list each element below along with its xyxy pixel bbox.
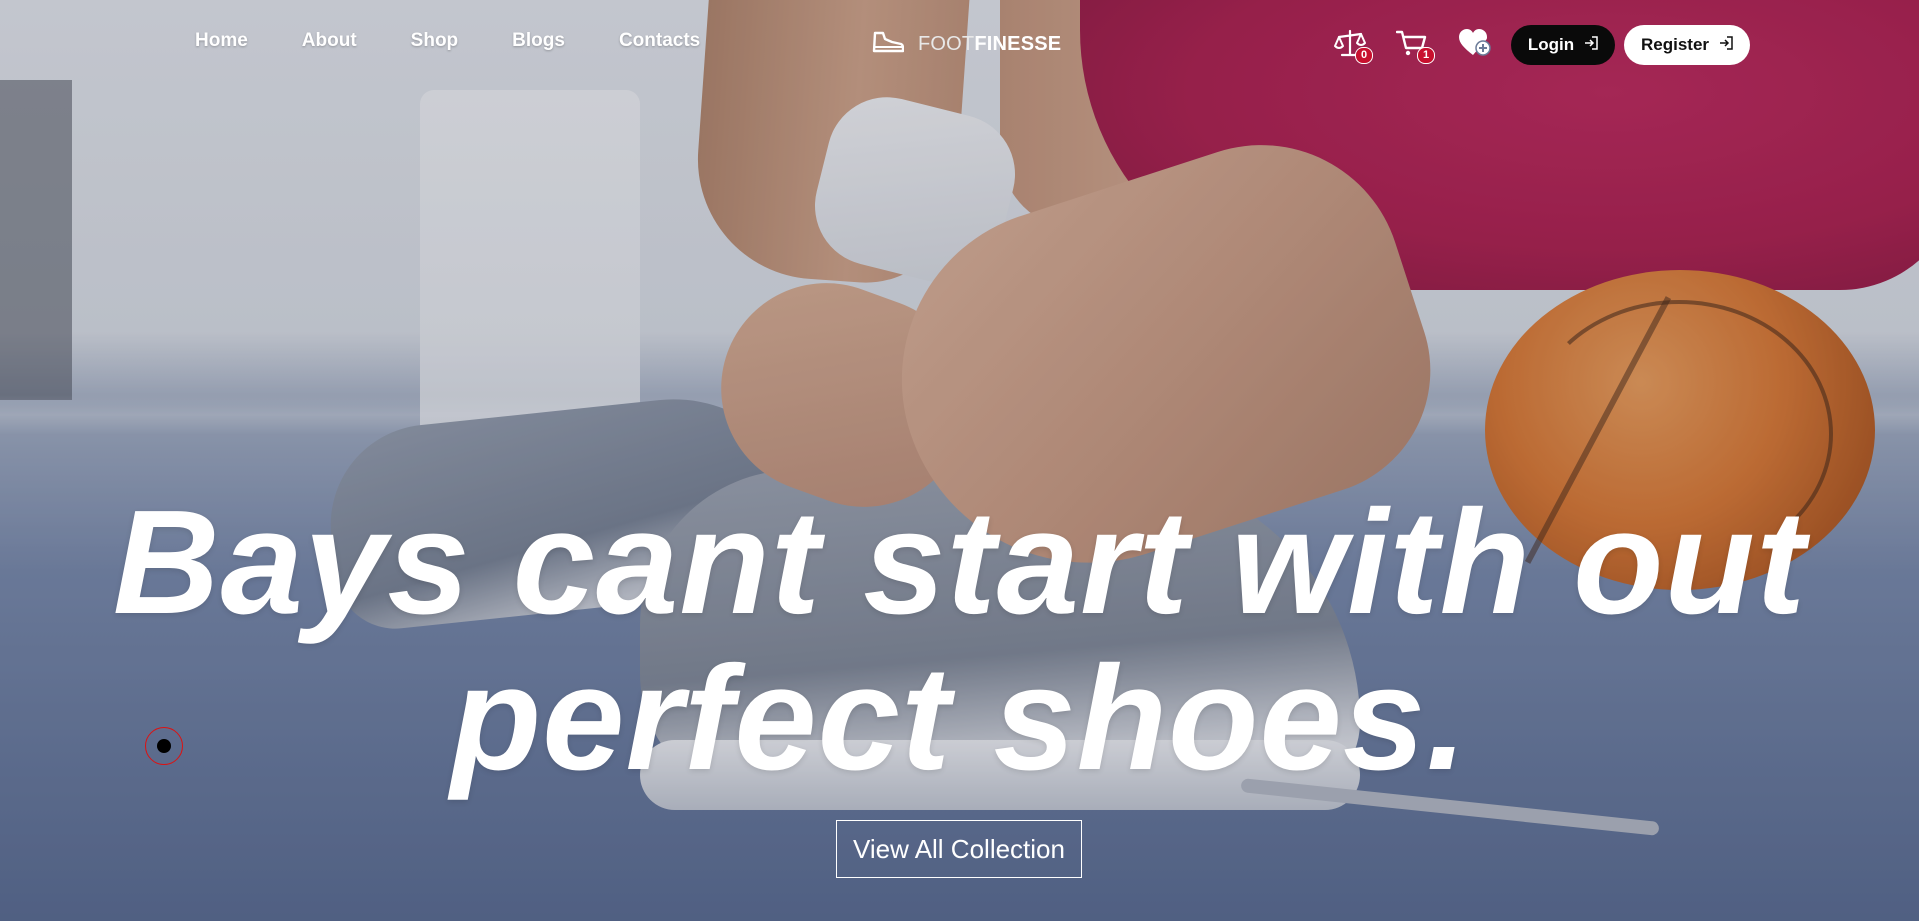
compare-count-badge: 0	[1355, 47, 1373, 64]
nav-link-blogs[interactable]: Blogs	[512, 30, 565, 52]
heart-plus-icon	[1458, 29, 1492, 62]
hero-headline: Bays cant start with out perfect shoes.	[0, 485, 1919, 797]
hero-headline-line1: Bays cant start with out	[112, 480, 1807, 645]
wishlist-button[interactable]	[1458, 28, 1494, 62]
view-all-collection-button[interactable]: View All Collection	[836, 820, 1082, 878]
compare-button[interactable]: 0	[1334, 28, 1373, 64]
register-button[interactable]: Register	[1624, 25, 1750, 65]
brand-name: FOOTFINESSE	[918, 33, 1061, 56]
cursor-dot-icon	[157, 739, 171, 753]
sign-in-icon	[1719, 35, 1733, 55]
nav-link-home[interactable]: Home	[195, 30, 248, 52]
register-label: Register	[1640, 35, 1710, 54]
header-icons: 0 1	[1334, 28, 1494, 64]
brand-name-suffix: FINESSE	[974, 33, 1062, 55]
cart-button[interactable]: 1	[1395, 28, 1435, 64]
cart-count-badge: 1	[1417, 47, 1435, 64]
hero-headline-line2: perfect shoes.	[450, 636, 1469, 801]
custom-cursor	[145, 727, 183, 765]
brand-logo[interactable]: FOOTFINESSE	[872, 30, 1061, 59]
top-navigation: Home About Shop Blogs Contacts FOOTFINES…	[0, 0, 1919, 90]
nav-link-contacts[interactable]: Contacts	[619, 30, 700, 52]
nav-links: Home About Shop Blogs Contacts	[195, 30, 754, 52]
login-button[interactable]: Login	[1511, 25, 1615, 65]
sign-in-icon	[1584, 35, 1598, 55]
brand-name-prefix: FOOT	[918, 33, 975, 55]
nav-link-about[interactable]: About	[302, 30, 357, 52]
nav-link-shop[interactable]: Shop	[411, 30, 459, 52]
sneaker-icon	[872, 30, 905, 59]
login-label: Login	[1527, 35, 1575, 54]
